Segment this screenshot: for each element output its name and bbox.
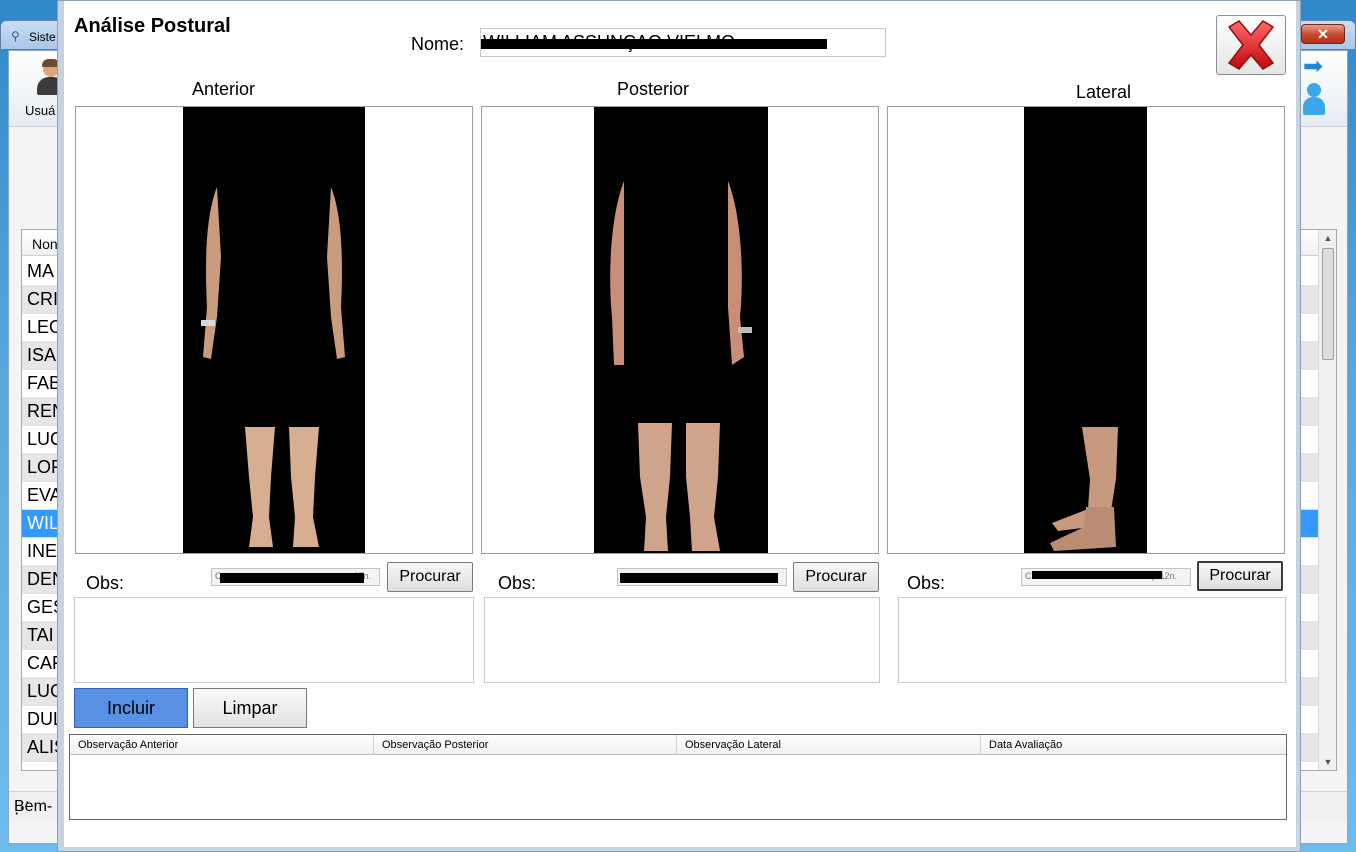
lateral-browse-button[interactable]: Procurar: [1197, 561, 1283, 591]
red-x-icon: [1227, 20, 1275, 70]
anterior-body-image: [201, 187, 345, 547]
redaction-bar: [481, 39, 827, 49]
anterior-browse-button[interactable]: Procurar: [387, 562, 473, 592]
lateral-label: Lateral: [1076, 82, 1132, 102]
posterior-body-image: [610, 181, 752, 551]
patients-grid-scrollbar[interactable]: ▲ ▼: [1318, 230, 1336, 770]
include-button[interactable]: Incluir: [74, 688, 188, 728]
evaluations-grid-header: Observação Anterior Observação Posterior…: [70, 735, 1286, 755]
table-cell: MA: [27, 261, 54, 281]
close-button[interactable]: [1216, 15, 1286, 75]
postural-analysis-dialog: Análise Postural Nome: WILLIAM ASSUNÇAO …: [57, 0, 1301, 852]
lateral-photo[interactable]: [887, 106, 1285, 554]
lateral-path-field[interactable]: C:\Users\DEUMARCOAIDEX\...p.12n.: [1021, 568, 1191, 586]
lateral-image: [1024, 107, 1147, 553]
dialog-title: Análise Postural: [74, 15, 231, 37]
table-cell: INE: [27, 541, 58, 561]
scroll-down-icon[interactable]: ▼: [1319, 754, 1337, 770]
redaction-bar: [620, 573, 778, 583]
scroll-thumb[interactable]: [1322, 248, 1334, 360]
lateral-obs-textarea[interactable]: [898, 597, 1286, 683]
anterior-obs-textarea[interactable]: [74, 597, 474, 683]
posterior-browse-button[interactable]: Procurar: [793, 562, 879, 592]
scroll-up-icon[interactable]: ▲: [1319, 230, 1337, 246]
name-label: Nome:: [411, 34, 465, 54]
parent-window-title: Siste: [29, 30, 56, 44]
column-anterior-observation[interactable]: Observação Anterior: [70, 735, 374, 755]
dialog-client-area: Análise Postural Nome: WILLIAM ASSUNÇAO …: [64, 1, 1296, 847]
posterior-obs-textarea[interactable]: [484, 597, 880, 683]
anterior-path-field[interactable]: C: p.27n.: [211, 568, 380, 586]
redaction-bar: [1032, 571, 1162, 579]
clear-button[interactable]: Limpar: [193, 688, 307, 728]
table-cell: FAB: [27, 373, 62, 393]
users-button-label[interactable]: Usuá: [25, 103, 55, 118]
table-cell: WIL: [27, 513, 60, 533]
evaluations-grid[interactable]: Observação Anterior Observação Posterior…: [69, 734, 1287, 820]
lateral-obs-label: Obs:: [907, 573, 946, 593]
posterior-photo[interactable]: [481, 106, 879, 554]
posterior-image: [594, 107, 768, 553]
table-cell: ISA: [27, 345, 57, 365]
table-cell: TAI: [27, 625, 54, 645]
redaction-bar: [220, 573, 364, 583]
column-posterior-observation[interactable]: Observação Posterior: [374, 735, 677, 755]
name-field[interactable]: WILLIAM ASSUNÇAO VIELMO: [480, 28, 886, 57]
posterior-obs-label: Obs:: [498, 573, 537, 593]
anterior-label: Anterior: [192, 79, 256, 99]
anterior-photo[interactable]: [75, 106, 473, 554]
column-lateral-observation[interactable]: Observação Lateral: [677, 735, 981, 755]
posterior-path-field[interactable]: [617, 568, 787, 586]
parent-close-button[interactable]: ✕: [1301, 24, 1345, 44]
posterior-label: Posterior: [617, 79, 690, 99]
column-evaluation-date[interactable]: Data Avaliação: [981, 735, 1286, 755]
lateral-body-image: [1050, 427, 1118, 551]
app-icon: ⚲: [11, 29, 20, 43]
anterior-image: [183, 107, 365, 553]
logout-icon[interactable]: ➡: [1299, 55, 1333, 117]
table-cell: CRI: [27, 289, 58, 309]
anterior-obs-label: Obs:: [86, 573, 125, 593]
